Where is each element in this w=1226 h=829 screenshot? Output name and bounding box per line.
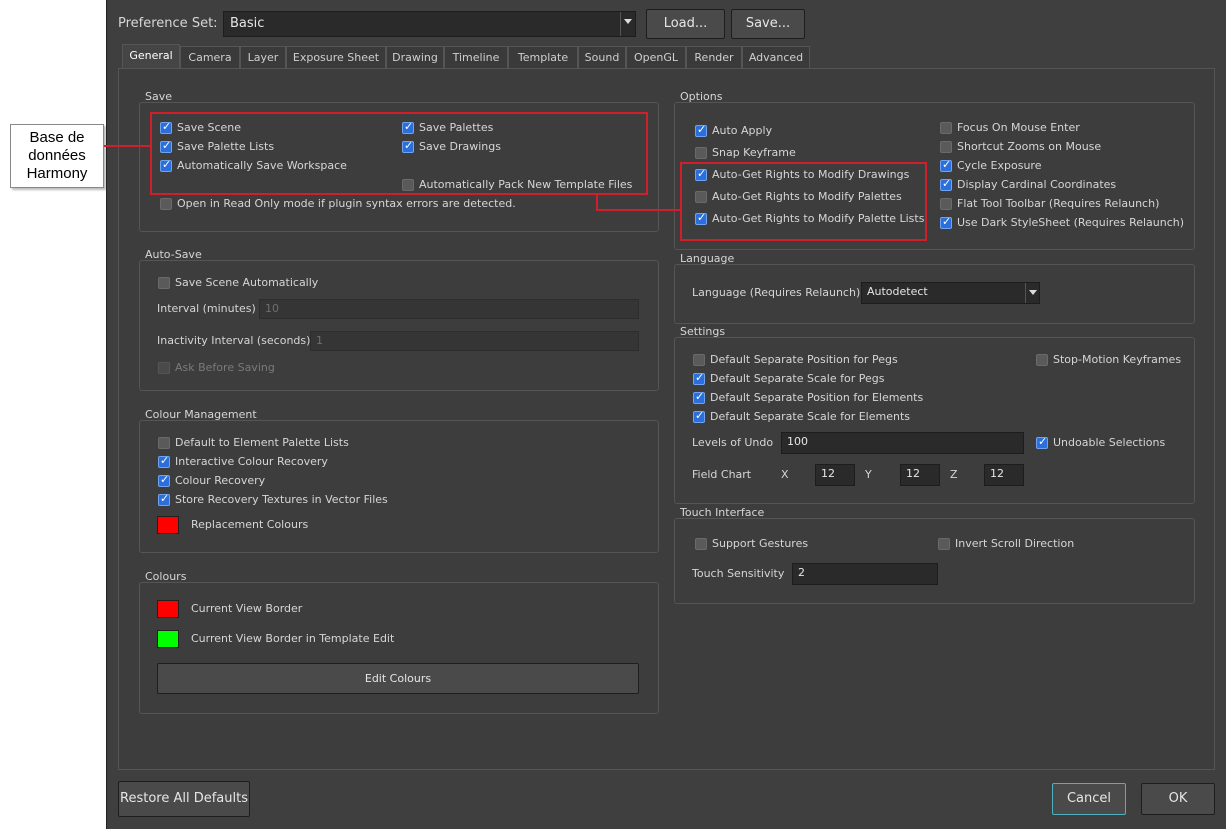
highlight-save-box bbox=[150, 112, 648, 195]
language-select[interactable]: Autodetect bbox=[861, 282, 1040, 304]
support-gestures-label: Support Gestures bbox=[712, 537, 809, 550]
sep-pos-elements-label: Default Separate Position for Elements bbox=[710, 391, 924, 404]
auto-apply-checkbox[interactable] bbox=[695, 123, 707, 137]
tab-render[interactable]: Render bbox=[686, 46, 742, 68]
interactive-colour-recovery-checkbox[interactable] bbox=[158, 454, 170, 468]
field-chart-y-label: Y bbox=[865, 468, 872, 481]
sep-pos-pegs-label: Default Separate Position for Pegs bbox=[710, 353, 898, 366]
preference-set-value: Basic bbox=[230, 16, 265, 31]
callout-box: Base de données Harmony bbox=[10, 124, 104, 188]
auto-apply-label: Auto Apply bbox=[712, 124, 773, 137]
store-recovery-textures-label: Store Recovery Textures in Vector Files bbox=[175, 493, 388, 506]
tab-exposure-sheet[interactable]: Exposure Sheet bbox=[286, 46, 386, 68]
chevron-down-icon[interactable] bbox=[620, 12, 634, 36]
interactive-colour-recovery-label: Interactive Colour Recovery bbox=[175, 455, 328, 468]
inactivity-field[interactable]: 1 bbox=[310, 331, 639, 351]
cardinal-coordinates-checkbox[interactable] bbox=[940, 177, 952, 191]
save-preset-button[interactable]: Save... bbox=[731, 9, 805, 39]
colour-recovery-label: Colour Recovery bbox=[175, 474, 266, 487]
field-chart-z-field[interactable]: 12 bbox=[984, 464, 1024, 486]
default-element-palette-label: Default to Element Palette Lists bbox=[175, 436, 349, 449]
language-label: Language (Requires Relaunch) bbox=[692, 286, 861, 299]
field-chart-z-label: Z bbox=[950, 468, 958, 481]
dark-stylesheet-label: Use Dark StyleSheet (Requires Relaunch) bbox=[957, 216, 1185, 229]
touch-sensitivity-label: Touch Sensitivity bbox=[692, 567, 785, 580]
tab-advanced[interactable]: Advanced bbox=[742, 46, 810, 68]
tab-general[interactable]: General bbox=[122, 44, 180, 69]
replacement-colours-label: Replacement Colours bbox=[191, 518, 309, 531]
highlight-rights-box bbox=[680, 162, 927, 241]
interval-field[interactable]: 10 bbox=[259, 299, 639, 319]
stop-motion-checkbox[interactable] bbox=[1036, 354, 1048, 366]
invert-scroll-checkbox[interactable] bbox=[938, 538, 950, 550]
sep-pos-pegs-checkbox[interactable] bbox=[693, 354, 705, 366]
sep-scale-pegs-label: Default Separate Scale for Pegs bbox=[710, 372, 885, 385]
sep-scale-pegs-checkbox[interactable] bbox=[693, 371, 705, 385]
edit-colours-button[interactable]: Edit Colours bbox=[157, 663, 639, 694]
snap-keyframe-label: Snap Keyframe bbox=[712, 146, 796, 159]
cycle-exposure-checkbox[interactable] bbox=[940, 158, 952, 172]
tab-timeline[interactable]: Timeline bbox=[444, 46, 508, 68]
flat-tool-toolbar-checkbox[interactable] bbox=[940, 198, 952, 210]
preference-set-select[interactable]: Basic bbox=[223, 11, 636, 37]
default-element-palette-checkbox[interactable] bbox=[158, 437, 170, 449]
read-only-mode-label: Open in Read Only mode if plugin syntax … bbox=[177, 197, 516, 210]
tab-template[interactable]: Template bbox=[508, 46, 578, 68]
ok-button[interactable]: OK bbox=[1141, 783, 1215, 815]
undoable-selections-checkbox[interactable] bbox=[1036, 435, 1048, 449]
cancel-button[interactable]: Cancel bbox=[1052, 783, 1126, 815]
tab-layer[interactable]: Layer bbox=[240, 46, 286, 68]
touch-sensitivity-field[interactable]: 2 bbox=[792, 563, 938, 585]
tab-drawing[interactable]: Drawing bbox=[386, 46, 444, 68]
interval-label: Interval (minutes) bbox=[157, 302, 256, 315]
tab-sound[interactable]: Sound bbox=[578, 46, 626, 68]
sep-scale-elements-label: Default Separate Scale for Elements bbox=[710, 410, 910, 423]
support-gestures-checkbox[interactable] bbox=[695, 538, 707, 550]
connector-line-callout bbox=[104, 145, 150, 147]
store-recovery-textures-checkbox[interactable] bbox=[158, 492, 170, 506]
save-scene-auto-checkbox[interactable] bbox=[158, 277, 170, 289]
snap-keyframe-checkbox[interactable] bbox=[695, 147, 707, 159]
ask-before-saving-label: Ask Before Saving bbox=[175, 361, 275, 374]
replacement-colour-swatch[interactable] bbox=[157, 516, 179, 534]
save-scene-auto-label: Save Scene Automatically bbox=[175, 276, 319, 289]
dark-stylesheet-checkbox[interactable] bbox=[940, 215, 952, 229]
stop-motion-label: Stop-Motion Keyframes bbox=[1053, 353, 1182, 366]
flat-tool-toolbar-label: Flat Tool Toolbar (Requires Relaunch) bbox=[957, 197, 1160, 210]
invert-scroll-label: Invert Scroll Direction bbox=[955, 537, 1075, 550]
language-value: Autodetect bbox=[867, 285, 928, 298]
levels-undo-field[interactable]: 100 bbox=[781, 432, 1024, 454]
ask-before-saving-checkbox[interactable] bbox=[158, 362, 170, 374]
connector-line-horizontal bbox=[596, 209, 680, 211]
levels-undo-label: Levels of Undo bbox=[692, 436, 774, 449]
inactivity-label: Inactivity Interval (seconds) bbox=[157, 334, 311, 347]
field-chart-label: Field Chart bbox=[692, 468, 752, 481]
template-border-swatch[interactable] bbox=[157, 630, 179, 648]
field-chart-y-field[interactable]: 12 bbox=[900, 464, 940, 486]
touch-group bbox=[674, 518, 1195, 604]
view-border-label: Current View Border bbox=[191, 602, 303, 615]
shortcut-zooms-checkbox[interactable] bbox=[940, 141, 952, 153]
focus-mouse-enter-checkbox[interactable] bbox=[940, 122, 952, 134]
undoable-selections-label: Undoable Selections bbox=[1053, 436, 1166, 449]
tab-opengl[interactable]: OpenGL bbox=[626, 46, 686, 68]
load-button[interactable]: Load... bbox=[646, 9, 725, 39]
cardinal-coordinates-label: Display Cardinal Coordinates bbox=[957, 178, 1117, 191]
restore-defaults-button[interactable]: Restore All Defaults bbox=[118, 781, 250, 817]
cycle-exposure-label: Cycle Exposure bbox=[957, 159, 1042, 172]
preference-set-label: Preference Set: bbox=[118, 16, 218, 31]
sep-scale-elements-checkbox[interactable] bbox=[693, 409, 705, 423]
field-chart-x-label: X bbox=[781, 468, 789, 481]
sep-pos-elements-checkbox[interactable] bbox=[693, 390, 705, 404]
read-only-mode-checkbox[interactable] bbox=[160, 198, 172, 210]
view-border-swatch[interactable] bbox=[157, 600, 179, 618]
callout-text: Base de données Harmony bbox=[26, 129, 88, 182]
template-border-label: Current View Border in Template Edit bbox=[191, 632, 395, 645]
tab-camera[interactable]: Camera bbox=[180, 46, 240, 68]
shortcut-zooms-label: Shortcut Zooms on Mouse bbox=[957, 140, 1102, 153]
chevron-down-icon[interactable] bbox=[1025, 283, 1039, 303]
colour-recovery-checkbox[interactable] bbox=[158, 473, 170, 487]
field-chart-x-field[interactable]: 12 bbox=[815, 464, 855, 486]
focus-mouse-enter-label: Focus On Mouse Enter bbox=[957, 121, 1080, 134]
